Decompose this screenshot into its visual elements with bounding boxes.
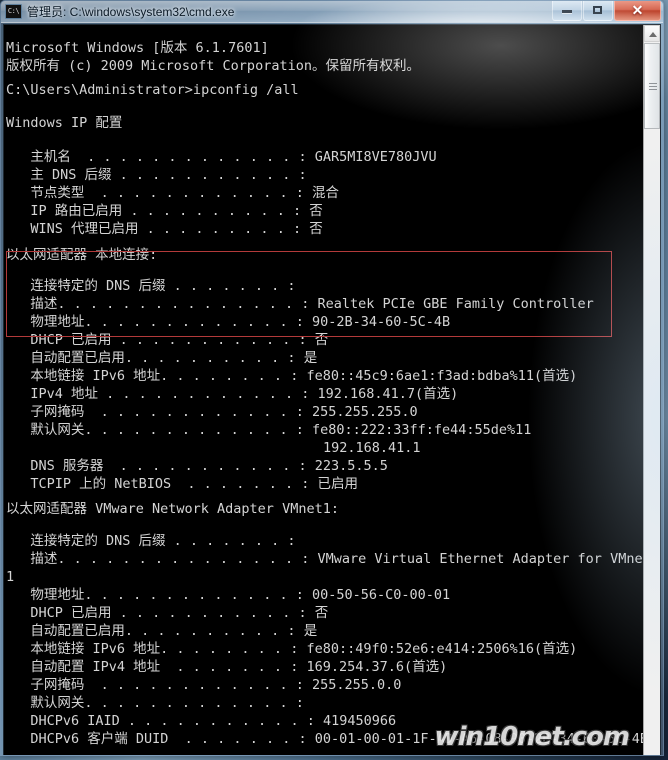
desktop-background: C:\ 管理员: C:\windows\system32\cmd.exe ✕ M… <box>0 0 668 760</box>
close-button[interactable]: ✕ <box>614 1 661 21</box>
console-line: DHCPv6 IAID . . . . . . . . . . . : 4194… <box>6 713 397 729</box>
console-line: 本地链接 IPv6 地址. . . . . . . . : fe80::49f0… <box>6 641 578 657</box>
console-line: DHCP 已启用 . . . . . . . . . . . : 否 <box>6 605 329 621</box>
console-line: WINS 代理已启用 . . . . . . . . . : 否 <box>6 221 323 237</box>
console-line: 子网掩码 . . . . . . . . . . . . : 255.255.0… <box>6 677 402 693</box>
cmd-icon: C:\ <box>5 4 22 19</box>
console-line: DHCPv6 客户端 DUID . . . . . . . : 00-01-00… <box>6 731 643 747</box>
window-title: 管理员: C:\windows\system32\cmd.exe <box>27 5 235 19</box>
console-line: 自动配置已启用. . . . . . . . . . : 是 <box>6 350 318 366</box>
console-line: 默认网关. . . . . . . . . . . . . : fe80::22… <box>6 422 532 438</box>
console-line: Windows IP 配置 <box>6 115 123 131</box>
close-icon: ✕ <box>631 2 644 18</box>
console-output[interactable]: Microsoft Windows [版本 6.1.7601] 版权所有 (c) … <box>4 25 643 755</box>
console-line: 1 <box>6 569 15 585</box>
console-line: 以太网适配器 VMware Network Adapter VMnet1: <box>6 501 339 517</box>
watermark: win10net.com <box>434 722 630 752</box>
console-line: IPv4 地址 . . . . . . . . . . . . : 192.16… <box>6 386 459 402</box>
console-line: 节点类型 . . . . . . . . . . . . : 混合 <box>6 185 339 201</box>
console-line: 自动配置已启用. . . . . . . . . . : 是 <box>6 623 318 639</box>
console-line: 连接特定的 DNS 后缀 . . . . . . . : <box>6 278 296 294</box>
console-line: 主机名 . . . . . . . . . . . . . : GAR5MI8V… <box>6 149 437 165</box>
console-line: IP 路由已启用 . . . . . . . . . . : 否 <box>6 203 323 219</box>
scrollbar-thumb[interactable] <box>644 43 660 129</box>
minimize-button[interactable] <box>552 1 582 21</box>
console-line: C:\Users\Administrator>ipconfig /all <box>6 82 299 98</box>
console-line: 连接特定的 DNS 后缀 . . . . . . . : <box>6 533 296 549</box>
maximize-button[interactable] <box>583 1 613 21</box>
console-line: 以太网适配器 本地连接: <box>6 247 158 263</box>
scroll-up-button[interactable] <box>644 25 660 42</box>
console-line: 描述. . . . . . . . . . . . . . . : VMware… <box>6 551 643 567</box>
scrollbar-grip-icon <box>649 83 657 90</box>
console-line: 192.168.41.1 <box>6 440 421 456</box>
console-line: TCPIP 上的 NetBIOS . . . . . . . : 已启用 <box>6 476 358 492</box>
minimize-icon <box>562 10 572 13</box>
console-line: 物理地址. . . . . . . . . . . . . : 00-50-56… <box>6 587 451 603</box>
console-line: 默认网关. . . . . . . . . . . . . : <box>6 695 304 711</box>
window-titlebar[interactable]: C:\ 管理员: C:\windows\system32\cmd.exe ✕ <box>1 1 663 23</box>
cmd-window: C:\ 管理员: C:\windows\system32\cmd.exe ✕ M… <box>0 0 664 756</box>
console-line: DHCP 已启用 . . . . . . . . . . . : 否 <box>6 332 329 348</box>
console-line: 版权所有 (c) 2009 Microsoft Corporation。保留所有… <box>6 58 420 74</box>
console-line: 本地链接 IPv6 地址. . . . . . . . : fe80::45c9… <box>6 368 578 384</box>
console-line: 物理地址. . . . . . . . . . . . . : 90-2B-34… <box>6 314 451 330</box>
chevron-up-icon <box>649 32 657 37</box>
console-line: 自动配置 IPv4 地址 . . . . . . . : 169.254.37.… <box>6 659 448 675</box>
maximize-icon <box>593 6 602 14</box>
console-line: 描述. . . . . . . . . . . . . . . : Realte… <box>6 296 594 312</box>
console-line: DNS 服务器 . . . . . . . . . . . : 223.5.5.… <box>6 458 388 474</box>
window-controls: ✕ <box>552 1 661 21</box>
console-line: 主 DNS 后缀 . . . . . . . . . . . : <box>6 167 307 183</box>
vertical-scrollbar[interactable] <box>643 25 660 755</box>
highlight-rectangle <box>6 251 612 337</box>
console-line: Microsoft Windows [版本 6.1.7601] <box>6 40 269 56</box>
console-line: 子网掩码 . . . . . . . . . . . . : 255.255.2… <box>6 404 418 420</box>
titlebar-glow <box>1 1 663 22</box>
console-area: Microsoft Windows [版本 6.1.7601] 版权所有 (c) … <box>3 24 661 755</box>
